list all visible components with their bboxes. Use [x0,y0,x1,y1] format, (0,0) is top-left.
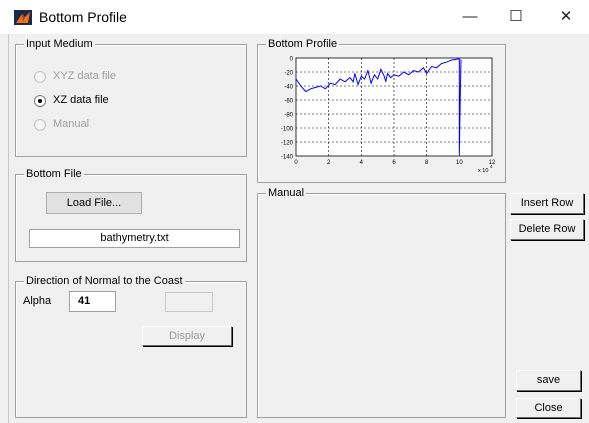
x-tick-label: 4 [360,160,364,166]
load-file-button[interactable]: Load File... [46,192,142,214]
bottom-profile-title: Bottom Profile [266,37,340,51]
alpha-input[interactable]: 41 [69,291,116,312]
bottom-profile-chart: 0-20-40-60-80-100-120-1400 2 4 6 8 10 12x 104 [281,57,496,175]
radio-selected-icon [34,95,46,107]
y-tick-label: -40 [284,85,293,91]
input-medium-title: Input Medium [24,37,95,51]
x-exponent-label: x 10 [478,168,488,174]
matlab-logo-icon [14,10,32,25]
filename-field[interactable]: bathymetry.txt [29,229,240,248]
y-tick-label: -20 [284,71,293,77]
y-tick-label: 0 [290,57,294,63]
y-tick-label: -80 [284,113,293,119]
radio-circle-icon [34,119,46,131]
minimize-button[interactable]: — [447,0,493,34]
alpha-label: Alpha [23,295,52,307]
y-tick-label: -140 [281,155,294,161]
x-tick-label: 6 [392,160,396,166]
direction-title: Direction of Normal to the Coast [24,274,185,288]
direction-panel: Direction of Normal to the Coast Alpha 4… [15,274,247,418]
radio-circle-icon [34,71,46,83]
y-tick-label: -60 [284,99,293,105]
input-medium-panel: Input Medium XYZ data file XZ data file … [15,37,247,157]
x-tick-label: 8 [425,160,429,166]
close-window-button[interactable]: ✕ [543,0,589,34]
insert-row-button[interactable]: Insert Row [510,193,584,214]
manual-title: Manual [266,186,307,200]
title-bar: Bottom Profile — ☐ ✕ [0,0,589,34]
bottom-profile-plot: 0 -20 -40 -60 -80 -100 -120 -140 0 2 4 6 8 10 12 x 10 4 [266,52,498,180]
y-tick-label: -120 [281,141,294,147]
radio-label: XYZ data file [53,70,116,82]
display-button[interactable]: Display [142,326,232,346]
window-left-border [8,34,9,423]
radio-label: Manual [53,118,90,130]
manual-panel: Manual [257,186,506,418]
alpha-output-field [165,292,213,312]
bottom-file-title: Bottom File [24,167,84,181]
x-tick-label: 10 [456,160,463,166]
save-button[interactable]: save [516,370,581,391]
delete-row-button[interactable]: Delete Row [510,219,584,240]
maximize-button[interactable]: ☐ [493,0,539,34]
y-tick-label: -100 [281,127,294,133]
x-tick-label: 2 [327,160,331,166]
close-button[interactable]: Close [516,398,581,418]
radio-label: XZ data file [53,94,109,106]
x-tick-label: 0 [294,160,298,166]
window-title: Bottom Profile [39,9,127,25]
bottom-file-panel: Bottom File Load File... bathymetry.txt [15,167,247,262]
